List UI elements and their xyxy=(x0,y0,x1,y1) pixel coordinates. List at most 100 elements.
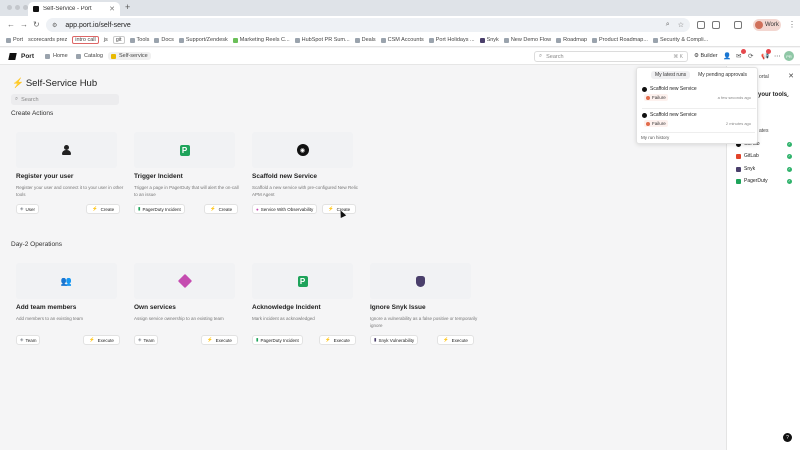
window-controls[interactable] xyxy=(7,5,28,10)
chevron-down-icon[interactable]: ⌄ xyxy=(785,92,790,99)
back-icon[interactable]: ← xyxy=(7,20,15,29)
browser-menu-icon[interactable]: ⋮ xyxy=(788,20,796,29)
nav-self-service[interactable]: Self-service xyxy=(108,52,151,60)
bookmark-folder[interactable]: Tools xyxy=(129,37,149,43)
blueprint-chip-user: ◈ User xyxy=(16,204,39,214)
profile-button[interactable]: Work xyxy=(753,19,781,31)
bolt-icon: ⚡ xyxy=(92,206,98,211)
snyk-icon xyxy=(416,275,425,287)
brand-name[interactable]: Port xyxy=(21,53,34,60)
bookmark-item[interactable]: Security & Compli... xyxy=(652,37,708,43)
card-description: Scaffold a new service with pre-configur… xyxy=(252,185,358,197)
runs-tabs: My latest runs My pending approvals xyxy=(651,71,751,79)
bookmark-item[interactable]: intro call xyxy=(72,36,99,44)
run-history-link[interactable]: My run history xyxy=(641,132,755,141)
tab-latest-runs[interactable]: My latest runs xyxy=(651,71,691,79)
browser-toolbar: ← → ↻ ⚙ app.port.io/self-serve ⌕ ☆ Work … xyxy=(0,16,800,34)
bookmark-item[interactable]: git xyxy=(112,36,125,44)
card-title: Ignore Snyk Issue xyxy=(370,304,426,311)
execute-button[interactable]: ⚡ Execute xyxy=(201,335,238,345)
reload-icon[interactable]: ↻ xyxy=(33,20,40,29)
action-card-acknowledge-incident[interactable]: P Acknowledge Incident Mark incident as … xyxy=(247,261,353,345)
check-icon: ✓ xyxy=(787,178,792,184)
search-icon: ⌕ xyxy=(539,53,543,59)
bookmark-item[interactable]: HubSpot PR Sum... xyxy=(294,37,350,43)
doc-icon xyxy=(592,37,598,43)
execute-button[interactable]: ⚡ Execute xyxy=(83,335,120,345)
execute-button[interactable]: ⚡ Execute xyxy=(319,335,356,345)
action-card-add-team-members[interactable]: 👥 Add team members Add members to an exi… xyxy=(11,261,117,345)
site-info-icon[interactable]: ⚙ xyxy=(52,22,57,29)
card-title: Own services xyxy=(134,304,176,311)
tab-close-icon[interactable]: ✕ xyxy=(109,5,115,13)
more-icon[interactable]: ⋯ xyxy=(774,52,781,60)
actions-search-input[interactable]: ⌕ Search xyxy=(11,94,119,105)
global-search[interactable]: ⌕ Search ⌘ K xyxy=(534,51,688,62)
runs-icon[interactable]: ⟳ xyxy=(748,52,753,60)
zoom-icon[interactable]: ⌕ xyxy=(666,21,670,29)
bookmark-item[interactable]: Port xyxy=(6,37,23,43)
action-card-scaffold-service[interactable]: ◉ Scaffold new Service Scaffold a new se… xyxy=(247,130,358,214)
forward-icon[interactable]: → xyxy=(20,20,28,29)
card-title: Scaffold new Service xyxy=(252,173,318,180)
tab-pending-approvals[interactable]: My pending approvals xyxy=(694,71,751,79)
catalog-icon xyxy=(76,53,81,59)
bookmark-item[interactable]: js xyxy=(104,37,108,43)
run-title: Scaffold new Service xyxy=(642,86,697,92)
create-button[interactable]: ⚡ Create xyxy=(86,204,121,214)
bookmark-item[interactable]: Snyk xyxy=(479,37,499,43)
bookmark-item[interactable]: Roadmap xyxy=(556,37,587,43)
action-card-ignore-snyk-issue[interactable]: Ignore Snyk Issue Ignore a vulnerability… xyxy=(365,261,477,345)
close-icon[interactable]: ✕ xyxy=(788,72,794,80)
page-title: ⚡ Self-Service Hub xyxy=(12,78,98,89)
bookmark-folder[interactable]: Docs xyxy=(154,37,174,43)
new-tab-icon[interactable]: + xyxy=(125,2,130,12)
avatar[interactable]: PR xyxy=(784,51,794,61)
card-description: Ignore a vulnerability as a false positi… xyxy=(370,316,478,328)
bookmark-item[interactable]: New Demo Flow xyxy=(503,37,551,43)
user-icon[interactable]: 👤 xyxy=(723,52,731,60)
zendesk-icon xyxy=(178,37,184,43)
bookmark-item[interactable]: Deals xyxy=(354,37,376,43)
integration-snyk[interactable]: Snyk ✓ xyxy=(736,165,792,173)
card-icon-area xyxy=(134,263,235,299)
address-bar[interactable]: ⚙ app.port.io/self-serve ⌕ ☆ xyxy=(46,18,690,32)
action-card-own-services[interactable]: Own services Assign service ownership to… xyxy=(129,261,235,345)
create-button[interactable]: ⚡ Create xyxy=(204,204,239,214)
card-title: Acknowledge Incident xyxy=(252,304,321,311)
port-logo-icon[interactable] xyxy=(8,53,17,60)
extensions-puzzle-icon[interactable] xyxy=(712,21,720,29)
extension-icon[interactable] xyxy=(697,21,705,29)
card-icon-area: P xyxy=(134,132,235,168)
bookmark-item[interactable]: Product Roadmap... xyxy=(592,37,648,43)
card-icon-area: ◉ xyxy=(252,132,353,168)
bookmark-item[interactable]: Support/Zendesk xyxy=(178,37,228,43)
run-item[interactable]: Scaffold new Service Failure 2 minutes a… xyxy=(642,108,756,132)
bolt-icon: ⚡ xyxy=(207,337,213,342)
browser-tab[interactable]: Self-Service - Port ✕ xyxy=(28,2,120,16)
execute-button[interactable]: ⚡ Execute xyxy=(437,335,474,345)
section-create-actions: Create Actions xyxy=(11,110,54,117)
bookmark-item[interactable]: CSM Accounts xyxy=(380,37,424,43)
bookmark-item[interactable]: scorecards prez xyxy=(28,37,67,43)
failure-icon xyxy=(646,95,650,100)
side-panel-icon[interactable] xyxy=(734,21,742,29)
bookmark-item[interactable]: Port Holidays ... xyxy=(428,37,475,43)
integration-pagerduty[interactable]: PagerDuty ✓ xyxy=(736,177,792,185)
action-card-register-user[interactable]: Register your user Register your user an… xyxy=(11,130,123,214)
run-item[interactable]: Scaffold new Service Failure a few secon… xyxy=(642,86,756,110)
builder-button[interactable]: ⚙ Builder xyxy=(694,53,718,59)
pagerduty-icon: P xyxy=(297,275,308,287)
nav-home[interactable]: Home xyxy=(45,53,68,59)
home-icon xyxy=(45,53,50,59)
bookmark-star-icon[interactable]: ☆ xyxy=(678,21,684,29)
blueprint-chip-snyk-vulnerability: ▮ Snyk Vulnerability xyxy=(370,335,419,345)
action-card-trigger-incident[interactable]: P Trigger Incident Trigger a page in Pag… xyxy=(129,130,239,214)
notifications-icon[interactable]: ✉ xyxy=(736,52,741,60)
card-icon-area xyxy=(16,132,117,168)
integration-gitlab[interactable]: GitLab ✓ xyxy=(736,152,792,160)
bookmark-item[interactable]: Marketing Reels C... xyxy=(232,37,290,43)
nav-catalog[interactable]: Catalog xyxy=(76,53,103,59)
help-icon[interactable]: ? xyxy=(783,433,792,442)
card-title: Trigger Incident xyxy=(134,173,183,180)
